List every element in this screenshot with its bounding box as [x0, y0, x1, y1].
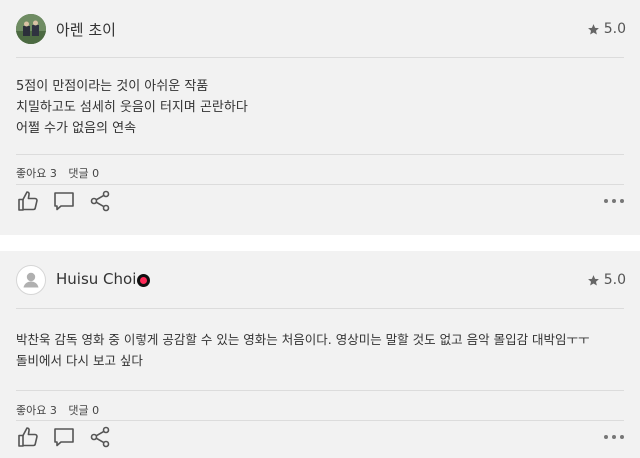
dot — [620, 199, 624, 203]
review-header: 아렌 초이 5.0 — [16, 12, 626, 46]
user-badge-icon — [137, 274, 150, 287]
review-actions — [16, 425, 112, 449]
star-icon — [587, 274, 599, 285]
star-icon — [587, 23, 599, 34]
review-text[interactable]: 박찬욱 감독 영화 중 이렇게 공감할 수 있는 영화는 처음이다. 영상미는 … — [16, 329, 632, 371]
dot — [604, 199, 608, 203]
share-icon[interactable] — [88, 425, 112, 449]
comments-count: 댓글 0 — [68, 404, 100, 417]
rating: 5.0 — [587, 21, 626, 37]
rating: 5.0 — [587, 272, 626, 288]
divider — [16, 57, 624, 58]
comment-icon[interactable] — [52, 189, 76, 213]
review-line: 돌비에서 다시 보고 싶다 — [16, 353, 143, 368]
profile-photo — [16, 14, 46, 44]
review-text[interactable]: 5점이 만점이라는 것이 아쉬운 작품 치밀하고도 섬세히 웃음이 터지며 곤란… — [16, 76, 624, 139]
review-line: 치밀하고도 섬세히 웃음이 터지며 곤란하다 — [16, 100, 248, 115]
likes-count: 좋아요 3 — [16, 404, 57, 417]
divider — [16, 154, 624, 155]
thumbs-up-icon[interactable] — [16, 425, 40, 449]
dot — [620, 435, 624, 439]
review-stats: 좋아요 3 댓글 0 — [16, 165, 107, 181]
divider — [16, 308, 624, 309]
thumbs-up-icon[interactable] — [16, 189, 40, 213]
comments-count: 댓글 0 — [68, 167, 100, 180]
review-header: Huisu Choi 5.0 — [16, 263, 626, 297]
review-actions — [16, 189, 112, 213]
dot — [612, 435, 616, 439]
rating-value: 5.0 — [603, 21, 626, 37]
review-line: 박찬욱 감독 영화 중 이렇게 공감할 수 있는 영화는 처음이다. 영상미는 … — [16, 332, 590, 347]
divider — [16, 390, 624, 391]
avatar[interactable] — [16, 265, 46, 295]
share-icon[interactable] — [88, 189, 112, 213]
review-line: 5점이 만점이라는 것이 아쉬운 작품 — [16, 79, 209, 94]
dot — [612, 199, 616, 203]
avatar[interactable] — [16, 14, 46, 44]
likes-count: 좋아요 3 — [16, 167, 57, 180]
review-card: Huisu Choi 5.0 박찬욱 감독 영화 중 이렇게 공감할 수 있는 … — [0, 251, 640, 458]
username[interactable]: 아렌 초이 — [56, 19, 116, 40]
divider — [16, 420, 624, 421]
default-user-icon — [23, 272, 39, 288]
more-options-icon[interactable] — [604, 198, 624, 204]
username[interactable]: Huisu Choi — [56, 270, 136, 288]
divider — [16, 184, 624, 185]
rating-value: 5.0 — [603, 272, 626, 288]
more-options-icon[interactable] — [604, 434, 624, 440]
dot — [604, 435, 608, 439]
review-line: 어쩔 수가 없음의 연속 — [16, 121, 137, 136]
comment-icon[interactable] — [52, 425, 76, 449]
review-stats: 좋아요 3 댓글 0 — [16, 402, 107, 418]
review-card: 아렌 초이 5.0 5점이 만점이라는 것이 아쉬운 작품 치밀하고도 섬세히 … — [0, 0, 640, 235]
